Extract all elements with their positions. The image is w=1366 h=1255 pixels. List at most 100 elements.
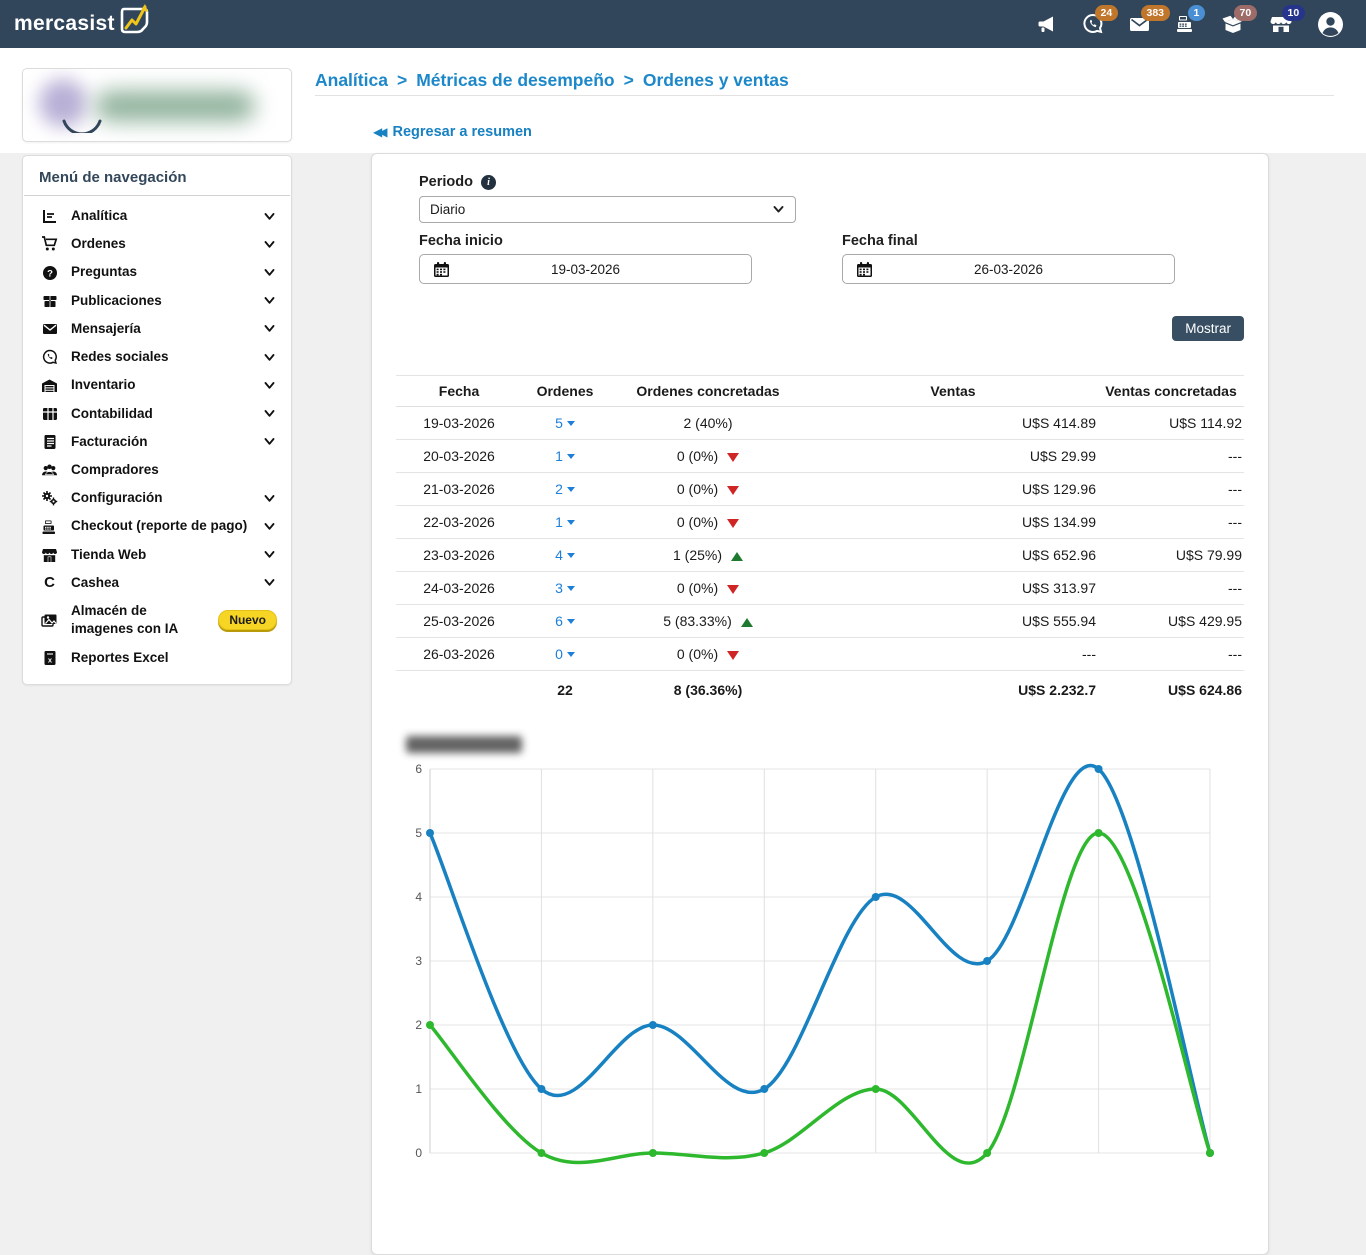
fecha-inicio-input[interactable]: 19-03-2026 [419,254,752,284]
chevron-down-icon [262,265,277,280]
sidebar-item-label: Compradores [71,461,277,479]
breadcrumb-separator: > [397,70,407,91]
cell-ventas-concretadas: --- [1098,572,1244,605]
orders-sales-panel: Periodo i Diario Fecha inicio 19-03- [371,153,1269,1255]
ordenes-dropdown-link[interactable]: 1 [555,448,575,464]
package-icon[interactable]: 70 [1221,13,1245,35]
grid-icon [41,407,58,421]
sidebar-item-redes-sociales[interactable]: Redes sociales [23,343,291,371]
sidebar-item-inventario[interactable]: Inventario [23,371,291,399]
sidebar-item-cashea[interactable]: CCashea [23,569,291,597]
fecha-inicio-label: Fecha inicio [419,233,503,249]
sidebar-item-almac-n-de-imagenes-con-ia[interactable]: Almacén de imagenes con IANuevo [23,597,291,643]
breadcrumb-item-3[interactable]: Ordenes y ventas [643,70,789,91]
sidebar-item-facturaci-n[interactable]: Facturación [23,428,291,456]
cell-fecha: 20-03-2026 [396,440,522,473]
analytics-icon [41,208,58,224]
user-profile-card[interactable] [22,68,292,142]
cell-ordenes: 1 [522,440,608,473]
sidebar-item-label: Reportes Excel [71,649,277,667]
chevron-down-icon [262,406,277,421]
cell-ventas: U$S 29.99 [808,440,1098,473]
chevron-down-icon [262,237,277,252]
cell-ventas-concretadas: --- [1098,440,1244,473]
chevron-down-icon [262,547,277,562]
cell-fecha: 25-03-2026 [396,605,522,638]
table-row: 26-03-202600 (0%)------ [396,638,1244,671]
chevron-down-icon [262,434,277,449]
ordenes-dropdown-link[interactable]: 2 [555,481,575,497]
periodo-label: Periodo i [419,174,496,190]
ordenes-dropdown-link[interactable]: 1 [555,514,575,530]
sidebar-item-anal-tica[interactable]: Analítica [23,202,291,230]
sidebar-item-preguntas[interactable]: ?Preguntas [23,258,291,286]
cell-ventas: U$S 652.96 [808,539,1098,572]
periodo-select[interactable]: Diario [419,196,796,223]
cell-ordenes-concretadas: 0 (0%) [608,473,808,506]
mostrar-button[interactable]: Mostrar [1172,316,1244,341]
table-row: 22-03-202610 (0%)U$S 134.99--- [396,506,1244,539]
sidebar-item-checkout-reporte-de-pago[interactable]: Checkout (reporte de pago) [23,512,291,540]
chevron-down-icon [262,519,277,534]
breadcrumb-item-2[interactable]: Métricas de desempeño [416,70,614,91]
sidebar-item-configuraci-n[interactable]: Configuración [23,484,291,512]
cell-ventas-concretadas: U$S 79.99 [1098,539,1244,572]
sidebar-item-contabilidad[interactable]: Contabilidad [23,400,291,428]
chevron-down-icon [262,350,277,365]
ordenes-dropdown-link[interactable]: 4 [555,547,575,563]
col-ventas-concretadas: Ventas concretadas [1098,376,1244,407]
avatar-arc-icon [60,119,104,133]
menu-title: Menú de navegación [23,156,291,195]
fecha-inicio-label-text: Fecha inicio [419,233,503,249]
svg-text:2: 2 [415,1018,422,1032]
whatsapp-icon[interactable]: 24 [1082,13,1104,35]
svg-text:1: 1 [415,1082,422,1096]
cell-ordenes-concretadas: 1 (25%) [608,539,808,572]
sidebar-item-compradores[interactable]: Compradores [23,456,291,484]
svg-text:5: 5 [415,826,422,840]
back-to-summary-link[interactable]: ◀◀ Regresar a resumen [373,124,532,140]
cell-fecha: 22-03-2026 [396,506,522,539]
caret-down-icon [567,652,575,657]
image-icon [41,613,58,628]
fecha-final-input[interactable]: 26-03-2026 [842,254,1175,284]
store-icon[interactable]: 10 [1269,13,1293,35]
ordenes-dropdown-link[interactable]: 3 [555,580,575,596]
sidebar-item-mensajer-a[interactable]: Mensajería [23,315,291,343]
caret-down-icon [567,421,575,426]
ordenes-dropdown-link[interactable]: 5 [555,415,575,431]
storefront-icon [41,547,58,563]
caret-down-icon [567,586,575,591]
cash-register-icon[interactable]: 1 [1175,13,1197,35]
info-icon[interactable]: i [481,175,496,190]
brand-logo[interactable]: mercasist [14,5,153,44]
sidebar-item-ordenes[interactable]: Ordenes [23,230,291,258]
sidebar-item-label: Preguntas [71,263,249,281]
excel-icon: x [41,650,58,666]
cell-fecha: 21-03-2026 [396,473,522,506]
box-icon [41,293,58,309]
cash-register-badge: 1 [1188,5,1205,21]
cell-fecha: 23-03-2026 [396,539,522,572]
sidebar-item-reportes-excel[interactable]: x Reportes Excel [23,644,291,672]
breadcrumb-item-1[interactable]: Analítica [315,70,388,91]
cell-ordenes-concretadas: 2 (40%) [608,407,808,440]
table-row: 20-03-202610 (0%)U$S 29.99--- [396,440,1244,473]
ordenes-dropdown-link[interactable]: 0 [555,646,575,662]
col-ordenes: Ordenes [522,376,608,407]
sidebar-item-tienda-web[interactable]: Tienda Web [23,541,291,569]
blurred-username [95,91,255,121]
cell-ordenes-concretadas: 5 (83.33%) [608,605,808,638]
topbar-icon-group: 24 383 1 70 10 [1036,11,1344,38]
trend-down-icon [727,519,739,528]
sidebar-item-label: Configuración [71,489,249,507]
sidebar-item-publicaciones[interactable]: Publicaciones [23,287,291,315]
user-avatar-icon[interactable] [1317,11,1344,38]
mail-icon[interactable]: 383 [1128,13,1151,35]
ordenes-dropdown-link[interactable]: 6 [555,613,575,629]
caret-down-icon [567,454,575,459]
cell-ordenes-concretadas: 0 (0%) [608,638,808,671]
rewind-icon: ◀◀ [373,125,383,139]
cell-ventas: U$S 555.94 [808,605,1098,638]
megaphone-icon[interactable] [1036,13,1058,35]
